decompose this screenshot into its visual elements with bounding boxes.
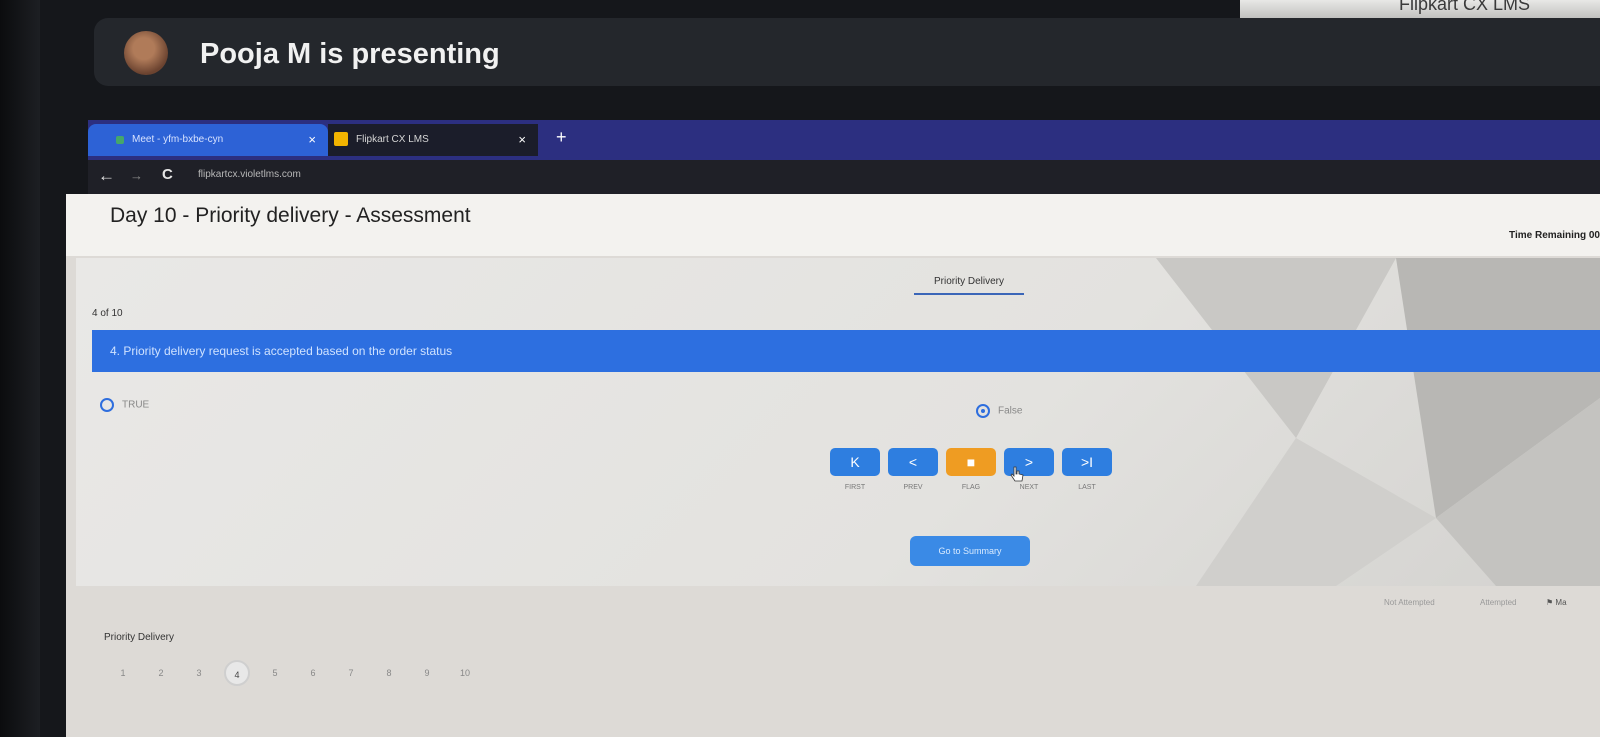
meet-icon <box>116 136 124 144</box>
forward-button[interactable]: → <box>130 168 143 183</box>
question-number-9[interactable]: 9 <box>414 660 440 686</box>
legend-attempted: Attempted <box>1480 598 1517 607</box>
browser-tab-bar: Meet - yfm-bxbe-cyn × Flipkart CX LMS × … <box>88 120 1600 160</box>
reload-button[interactable]: C <box>162 166 173 183</box>
question-number-5[interactable]: 5 <box>262 660 288 686</box>
tab-meet[interactable]: Meet - yfm-bxbe-cyn × <box>88 124 328 156</box>
prev-label: PREV <box>903 484 923 491</box>
flag-button[interactable]: ■ <box>946 448 996 476</box>
tab-label: Meet - yfm-bxbe-cyn <box>132 134 224 145</box>
last-button[interactable]: >I <box>1062 448 1112 476</box>
close-icon[interactable]: × <box>518 124 526 156</box>
question-number-2[interactable]: 2 <box>148 660 174 686</box>
prev-button[interactable]: < <box>888 448 938 476</box>
question-text: 4. Priority delivery request is accepted… <box>92 330 1600 372</box>
hand-cursor-icon <box>1010 466 1024 482</box>
avatar <box>124 31 168 75</box>
page-header: Day 10 - Priority delivery - Assessment … <box>66 194 1600 256</box>
option-false[interactable]: False <box>976 404 1022 418</box>
option-label: False <box>998 405 1023 417</box>
go-to-summary-button[interactable]: Go to Summary <box>910 536 1030 566</box>
question-count: 4 of 10 <box>92 308 123 319</box>
lms-page: Day 10 - Priority delivery - Assessment … <box>66 194 1600 737</box>
radio-checked-icon[interactable] <box>976 404 990 418</box>
question-number-7[interactable]: 7 <box>338 660 364 686</box>
flag-label: FLAG <box>961 484 981 491</box>
address-bar: ← → C flipkartcx.violetlms.com <box>88 160 1600 194</box>
new-tab-button[interactable]: + <box>556 127 567 148</box>
question-panel: Priority Delivery 4 of 10 4. Priority de… <box>76 258 1600 586</box>
question-number-6[interactable]: 6 <box>300 660 326 686</box>
first-button[interactable]: K <box>830 448 880 476</box>
first-label: FIRST <box>844 484 866 491</box>
question-number-4[interactable]: 4 <box>224 660 250 686</box>
tab-label: Flipkart CX LMS <box>356 134 429 145</box>
question-number-1[interactable]: 1 <box>110 660 136 686</box>
screen-corner-text: Flipkart CX LMS <box>1398 0 1530 14</box>
monitor-bezel <box>0 0 40 737</box>
legend-not-attempted: Not Attempted <box>1384 598 1435 607</box>
option-true[interactable]: TRUE <box>100 398 149 412</box>
close-icon[interactable]: × <box>308 124 316 156</box>
question-number-8[interactable]: 8 <box>376 660 402 686</box>
back-button[interactable]: ← <box>98 166 115 186</box>
page-title: Day 10 - Priority delivery - Assessment <box>110 204 471 227</box>
tab-lms[interactable]: Flipkart CX LMS × <box>328 124 538 156</box>
flag-icon: ⚑ <box>1546 598 1556 607</box>
background-pattern <box>1156 258 1600 586</box>
legend-marked: ⚑ Ma <box>1546 598 1567 607</box>
url-field[interactable]: flipkartcx.violetlms.com <box>198 169 301 180</box>
option-label: TRUE <box>122 399 150 411</box>
footer-section-title: Priority Delivery <box>104 632 175 643</box>
last-label: LAST <box>1078 484 1096 491</box>
presenter-text: Pooja M is presenting <box>200 38 500 70</box>
question-number-10[interactable]: 10 <box>452 660 478 686</box>
radio-icon[interactable] <box>100 398 114 412</box>
time-remaining: Time Remaining 00 <box>1509 230 1600 241</box>
presenter-banner: Pooja M is presenting <box>94 18 1600 86</box>
question-number-3[interactable]: 3 <box>186 660 212 686</box>
lms-icon <box>334 132 348 146</box>
screen-corner: Flipkart CX LMS <box>1240 0 1600 20</box>
next-label: NEXT <box>1019 484 1039 491</box>
tab-priority-delivery[interactable]: Priority Delivery <box>914 276 1024 295</box>
